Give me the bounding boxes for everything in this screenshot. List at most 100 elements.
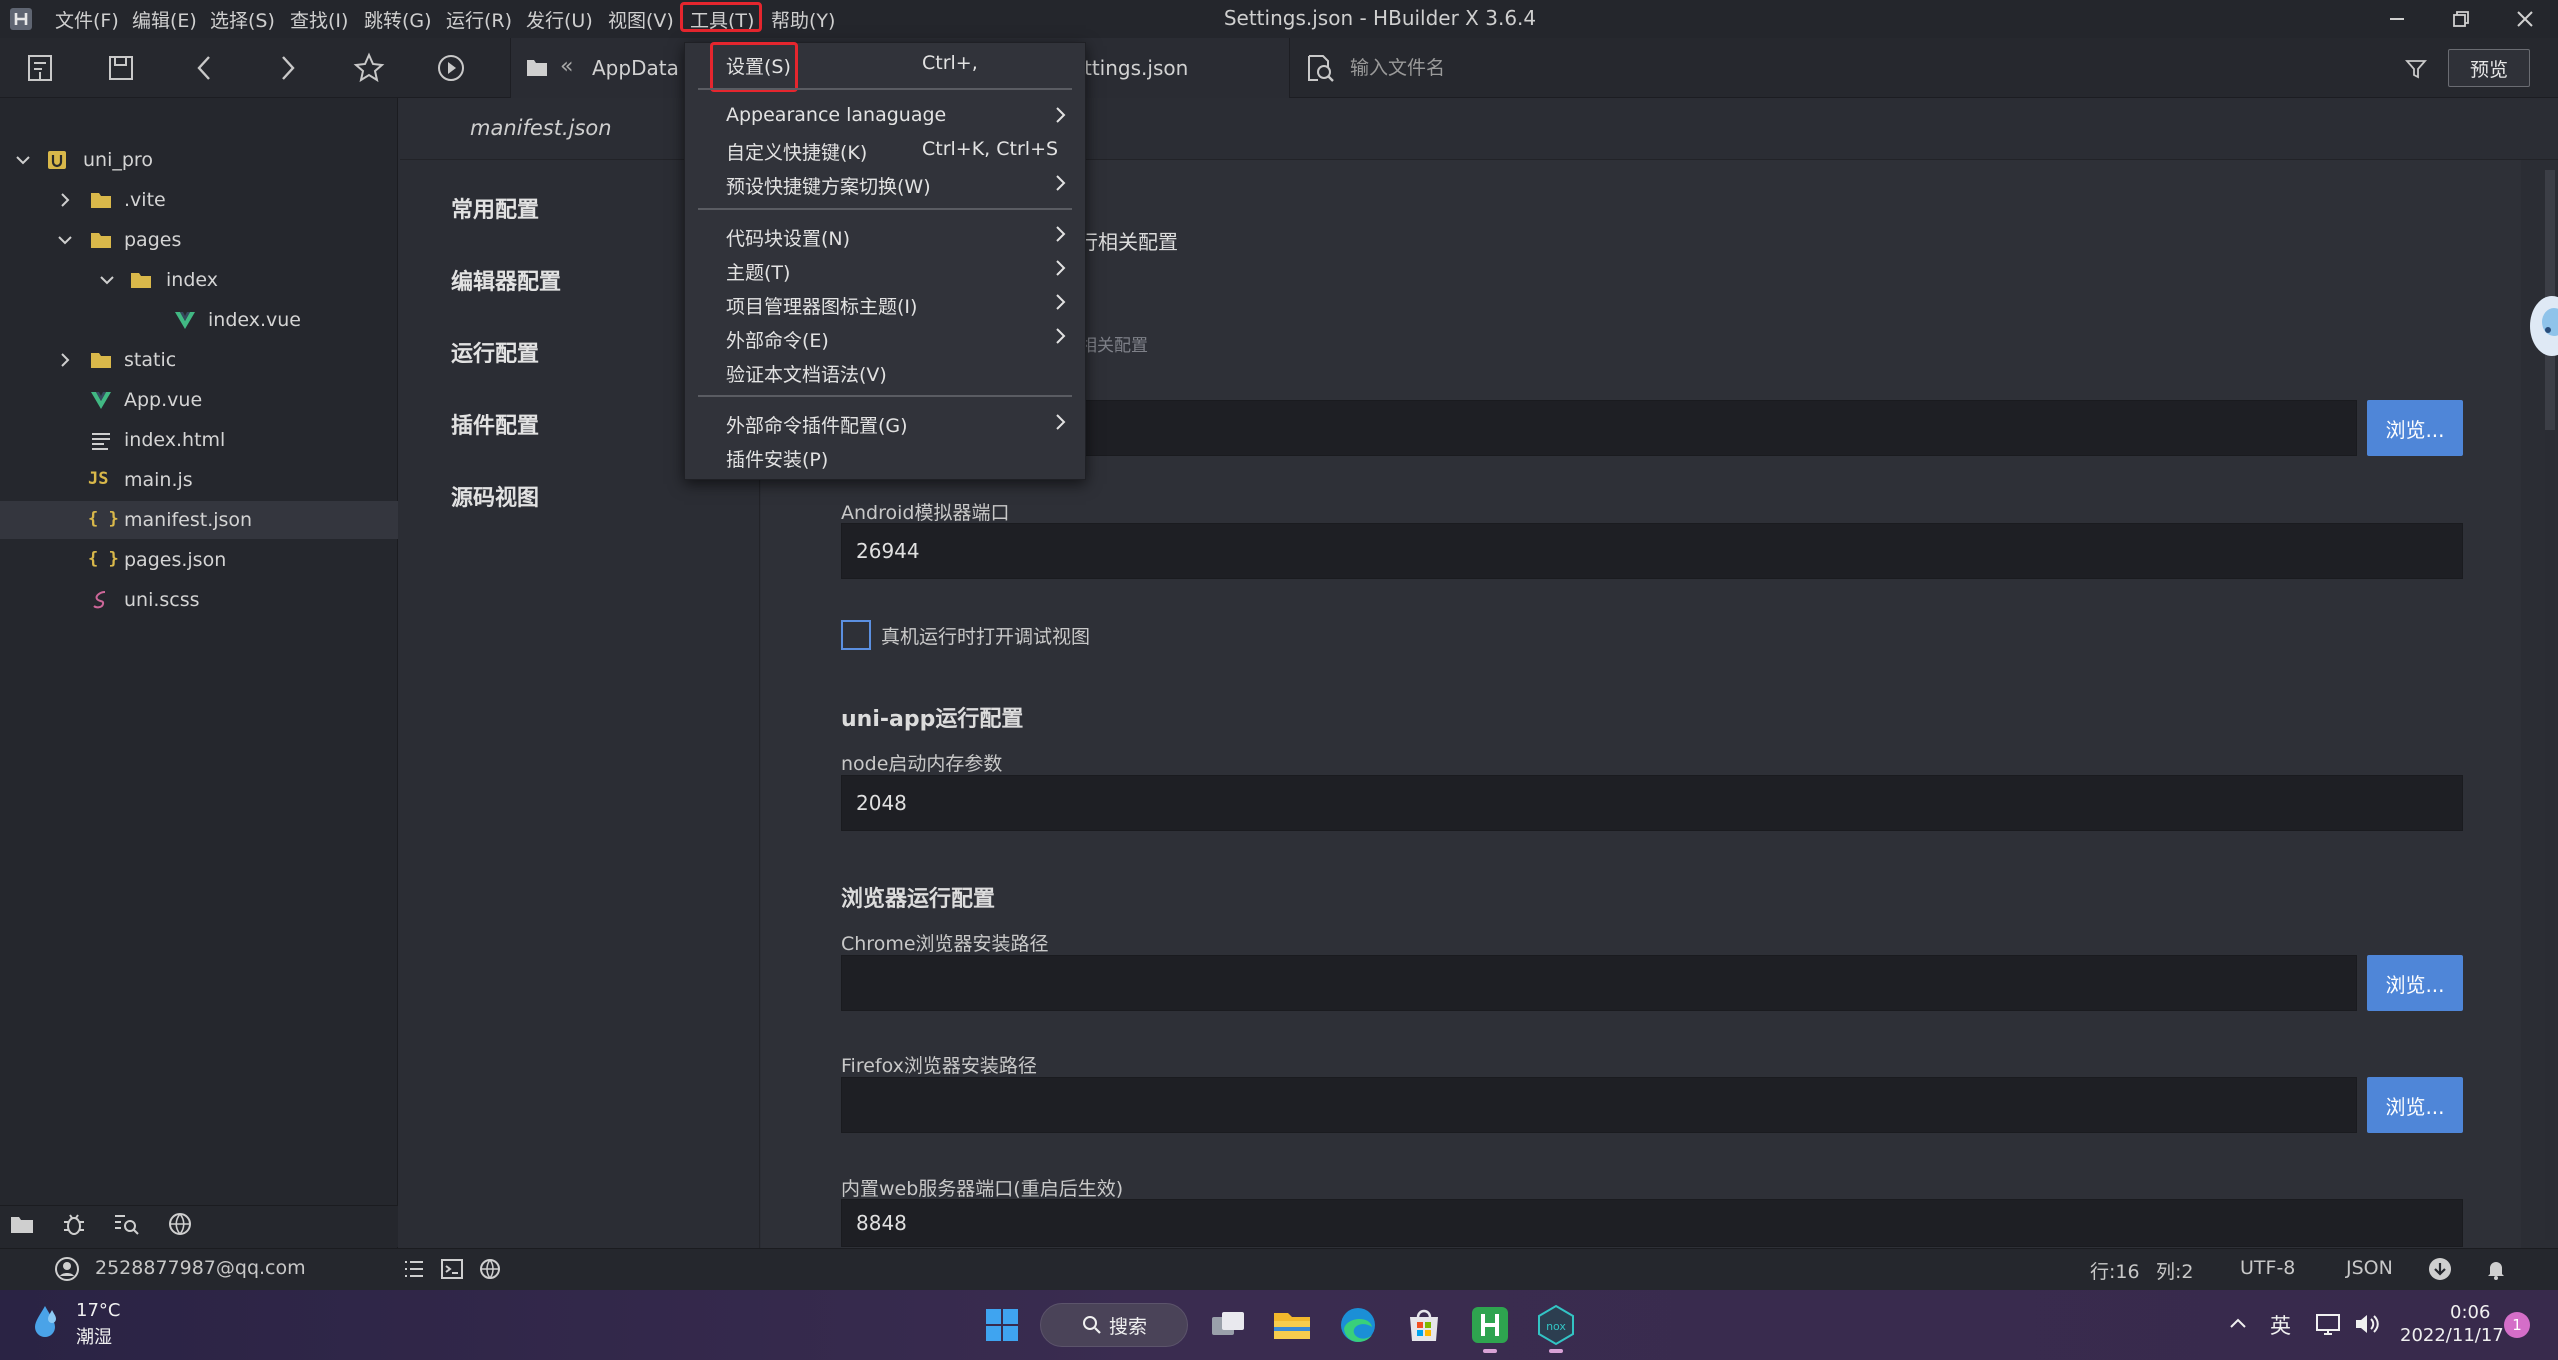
web-server-port-input[interactable] xyxy=(841,1199,2463,1247)
menu-item-preset-keymap[interactable]: 预设快捷键方案切换(W) xyxy=(726,172,931,199)
tree-item-pages[interactable]: pages xyxy=(0,221,398,259)
menu-help[interactable]: 帮助(Y) xyxy=(771,6,835,33)
nav-common-config[interactable]: 常用配置 xyxy=(451,192,539,224)
menu-item-icon-theme[interactable]: 项目管理器图标主题(I) xyxy=(726,292,917,319)
taskbar-search-button[interactable]: 搜索 xyxy=(1040,1303,1188,1347)
menu-item-theme[interactable]: 主题(T) xyxy=(726,258,790,285)
menu-file[interactable]: 文件(F) xyxy=(55,6,119,33)
web-browser-icon[interactable] xyxy=(166,1210,194,1238)
breadcrumb-settings-file[interactable]: ttings.json xyxy=(1084,56,1188,80)
file-search-input[interactable] xyxy=(1350,50,1850,86)
minimize-icon[interactable] xyxy=(2382,4,2412,34)
nox-emulator-icon[interactable]: nox xyxy=(1534,1303,1578,1347)
chevron-down-icon[interactable] xyxy=(56,231,74,249)
menu-find[interactable]: 查找(I) xyxy=(290,6,348,33)
node-memory-input[interactable] xyxy=(841,775,2463,831)
nav-editor-config[interactable]: 编辑器配置 xyxy=(451,264,561,296)
save-icon[interactable] xyxy=(104,51,138,85)
tree-item-manifest-json[interactable]: { } manifest.json xyxy=(0,501,398,539)
tree-item-index-html[interactable]: index.html xyxy=(0,421,398,459)
run-icon[interactable] xyxy=(434,51,468,85)
browse-button-chrome[interactable]: 浏览... xyxy=(2367,955,2463,1011)
tree-item-main-js[interactable]: JS main.js xyxy=(0,461,398,499)
list-view-icon[interactable] xyxy=(402,1257,426,1281)
forward-icon[interactable] xyxy=(270,51,304,85)
android-port-input[interactable] xyxy=(841,523,2463,579)
tree-item-app-vue[interactable]: App.vue xyxy=(0,381,398,419)
menu-item-appearance-language[interactable]: Appearance lanaguage xyxy=(726,104,946,126)
menu-item-custom-shortcuts[interactable]: 自定义快捷键(K) xyxy=(726,138,867,165)
menu-select[interactable]: 选择(S) xyxy=(210,6,275,33)
file-explorer-icon[interactable] xyxy=(1270,1303,1314,1347)
file-encoding[interactable]: UTF-8 xyxy=(2240,1257,2295,1279)
cursor-line[interactable]: 行:16 xyxy=(2090,1257,2140,1284)
html-icon xyxy=(90,429,112,451)
menu-edit[interactable]: 编辑(E) xyxy=(132,6,197,33)
menu-run[interactable]: 运行(R) xyxy=(446,6,512,33)
nav-run-config[interactable]: 运行配置 xyxy=(451,336,539,368)
task-view-icon[interactable] xyxy=(1206,1303,1250,1347)
clock-date[interactable]: 2022/11/17 xyxy=(2400,1325,2504,1346)
menu-item-snippets[interactable]: 代码块设置(N) xyxy=(726,224,850,251)
tree-item-index-vue[interactable]: index.vue xyxy=(0,301,398,339)
terminal-icon[interactable] xyxy=(440,1257,464,1281)
tree-item-pages-json[interactable]: { } pages.json xyxy=(0,541,398,579)
browse-button-firefox[interactable]: 浏览... xyxy=(2367,1077,2463,1133)
user-avatar-icon[interactable] xyxy=(54,1256,80,1282)
notification-badge[interactable]: 1 xyxy=(2504,1312,2530,1338)
browse-button-top[interactable]: 浏览... xyxy=(2367,400,2463,456)
bookmark-star-icon[interactable] xyxy=(352,51,386,85)
microsoft-store-icon[interactable] xyxy=(1402,1303,1446,1347)
volume-icon[interactable] xyxy=(2352,1310,2380,1338)
weather-temperature[interactable]: 17°C xyxy=(76,1300,120,1321)
ime-indicator[interactable]: 英 xyxy=(2270,1310,2291,1340)
menu-item-external-commands[interactable]: 外部命令(E) xyxy=(726,326,829,353)
menu-item-validate-syntax[interactable]: 验证本文档语法(V) xyxy=(726,360,887,387)
tree-item-vite[interactable]: .vite xyxy=(0,181,398,219)
chevron-right-icon[interactable] xyxy=(56,191,74,209)
tab-manifest-json[interactable]: manifest.json xyxy=(470,116,612,140)
chevron-down-icon[interactable] xyxy=(98,271,116,289)
file-search-icon[interactable] xyxy=(1304,52,1336,84)
firefox-path-input[interactable] xyxy=(841,1077,2357,1133)
hbuilderx-app-icon[interactable] xyxy=(1468,1303,1512,1347)
debug-bug-icon[interactable] xyxy=(60,1210,88,1238)
chevron-down-icon[interactable] xyxy=(14,151,32,169)
menu-publish[interactable]: 发行(U) xyxy=(526,6,593,33)
download-update-icon[interactable] xyxy=(2428,1257,2452,1281)
breadcrumb-appdata[interactable]: AppData xyxy=(592,56,679,80)
menu-view[interactable]: 视图(V) xyxy=(608,6,674,33)
back-icon[interactable] xyxy=(188,51,222,85)
tray-chevron-up-icon[interactable] xyxy=(2226,1312,2250,1336)
debug-view-checkbox[interactable] xyxy=(841,620,871,650)
clock-time[interactable]: 0:06 xyxy=(2450,1302,2490,1323)
restore-icon[interactable] xyxy=(2446,4,2476,34)
nav-source-view[interactable]: 源码视图 xyxy=(451,480,539,512)
edge-browser-icon[interactable] xyxy=(1336,1303,1380,1347)
chevron-right-icon[interactable] xyxy=(56,351,74,369)
user-account[interactable]: 2528877987@qq.com xyxy=(95,1257,306,1279)
tree-item-uni-pro[interactable]: uni_pro xyxy=(0,141,398,179)
menu-item-external-command-plugins[interactable]: 外部命令插件配置(G) xyxy=(726,411,908,438)
new-file-icon[interactable] xyxy=(24,51,58,85)
notification-bell-icon[interactable] xyxy=(2484,1257,2508,1281)
project-manager-icon[interactable] xyxy=(8,1210,36,1238)
cursor-column[interactable]: 列:2 xyxy=(2156,1257,2194,1284)
close-icon[interactable] xyxy=(2510,4,2540,34)
menu-goto[interactable]: 跳转(G) xyxy=(364,6,432,33)
preview-button[interactable]: 预览 xyxy=(2448,49,2530,87)
tree-item-index-folder[interactable]: index xyxy=(0,261,398,299)
weather-humidity-icon[interactable] xyxy=(30,1304,60,1340)
menu-item-install-plugins[interactable]: 插件安装(P) xyxy=(726,445,828,472)
network-icon[interactable] xyxy=(2314,1310,2342,1338)
search-files-icon[interactable] xyxy=(112,1210,140,1238)
globe-icon[interactable] xyxy=(478,1257,502,1281)
filter-icon[interactable] xyxy=(2405,58,2427,80)
tree-item-uni-scss[interactable]: uni.scss xyxy=(0,581,398,619)
windows-start-icon[interactable] xyxy=(980,1303,1024,1347)
file-language[interactable]: JSON xyxy=(2346,1257,2393,1279)
nav-plugin-config[interactable]: 插件配置 xyxy=(451,408,539,440)
chrome-path-input[interactable] xyxy=(841,955,2357,1011)
weather-description[interactable]: 潮湿 xyxy=(76,1323,112,1349)
tree-item-static[interactable]: static xyxy=(0,341,398,379)
